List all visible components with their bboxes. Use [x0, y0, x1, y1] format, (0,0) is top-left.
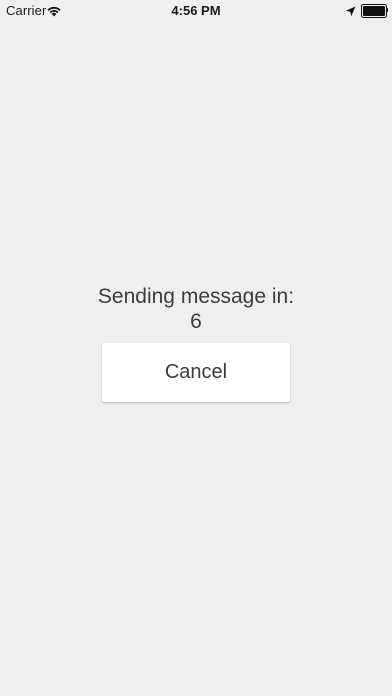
location-arrow-icon — [345, 4, 356, 17]
battery-icon — [361, 4, 388, 18]
countdown-value: 6 — [190, 310, 202, 333]
status-bar: Carrier 4:56 PM — [0, 0, 392, 20]
status-time: 4:56 PM — [171, 3, 221, 18]
cancel-button[interactable]: Cancel — [102, 343, 290, 402]
cancel-button-label: Cancel — [164, 361, 228, 383]
sending-message-label: Sending message in: — [97, 285, 295, 308]
